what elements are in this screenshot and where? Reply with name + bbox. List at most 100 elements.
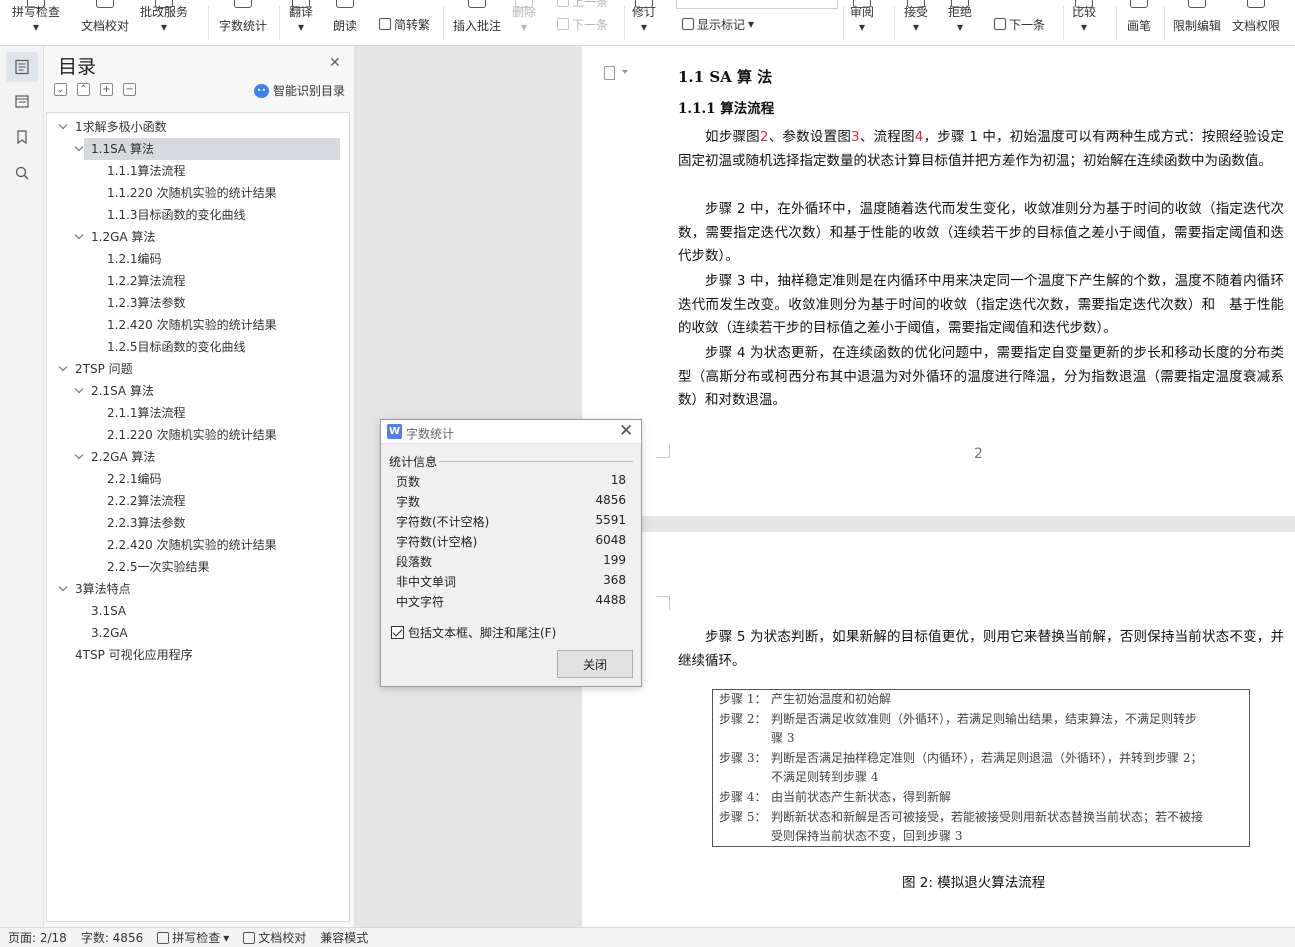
toc-item[interactable]: 1.2.5目标函数的变化曲线 xyxy=(47,336,347,358)
chevron-down-icon[interactable] xyxy=(74,450,84,460)
chevron-down-icon[interactable] xyxy=(58,582,68,592)
stat-value: 368 xyxy=(603,573,626,587)
toc-item[interactable]: 1.1.3目标函数的变化曲线 xyxy=(47,204,347,226)
compare-button[interactable]: 比较 ▾ xyxy=(1072,0,1096,45)
toc-item[interactable]: 2.2.2算法流程 xyxy=(47,490,347,512)
stat-label: 非中文单词 xyxy=(396,575,457,589)
next-comment-button[interactable]: 下一条 xyxy=(557,14,608,34)
chevron-down-icon[interactable] xyxy=(74,142,84,152)
chevron-down-icon[interactable] xyxy=(74,230,84,240)
spell-check-status[interactable]: 拼写检查 ▾ xyxy=(157,929,229,946)
subsection-heading: 1.1.1 算法流程 xyxy=(678,101,775,117)
ribbon-divider xyxy=(843,6,844,40)
add-heading-icon[interactable]: + xyxy=(100,83,113,96)
word-count-button[interactable]: 字数统计 xyxy=(219,0,267,45)
reject-button[interactable]: 拒绝 ▾ xyxy=(948,0,972,45)
toc-item[interactable]: 2.2.420 次随机实验的统计结果 xyxy=(47,534,347,556)
checkbox-checked-icon[interactable] xyxy=(391,626,404,639)
toc-item[interactable]: 2TSP 问题 xyxy=(47,358,347,380)
toc-item-label: 1.2.2算法流程 xyxy=(107,274,186,288)
toc-item[interactable]: 1.1.1算法流程 xyxy=(47,160,347,182)
rail-bookmark-button[interactable] xyxy=(6,122,38,152)
toc-item[interactable]: 1.1SA 算法 xyxy=(74,138,340,160)
toc-item[interactable]: 2.2.5一次实验结果 xyxy=(47,556,347,578)
page-indicator[interactable]: 页面: 2/18 xyxy=(8,929,67,946)
close-icon[interactable]: ✕ xyxy=(329,55,341,71)
toc-item[interactable]: 2.2GA 算法 xyxy=(47,446,347,468)
translate-icon xyxy=(292,0,310,8)
toc-item[interactable]: 1.2.1编码 xyxy=(47,248,347,270)
ribbon-divider xyxy=(279,6,280,40)
spell-check-button[interactable]: 拼写检查 ▾ xyxy=(12,0,60,45)
document-permission-button[interactable]: 文档权限 xyxy=(1232,0,1280,45)
step-text: 判断新状态和新解是否可被接受，若能被接受则用新状态替换当前状态；若不被接 xyxy=(771,809,1204,824)
rail-outline-button[interactable] xyxy=(6,86,38,116)
close-icon[interactable]: ✕ xyxy=(619,421,633,441)
correction-service-button[interactable]: 批改服务 ▾ xyxy=(140,0,188,45)
collapse-icon[interactable]: ⌄ xyxy=(54,83,67,96)
accept-button[interactable]: 接受 ▾ xyxy=(904,0,928,45)
close-button[interactable]: 关闭 xyxy=(557,650,633,678)
text-run: 步骤 2 中，在外循环中，温度随着迭代而发生变化，收敛准则分为基于时间的收敛（指… xyxy=(678,201,1284,264)
proofread-button[interactable]: 文档校对 xyxy=(81,0,129,45)
toc-item[interactable]: 2.2.1编码 xyxy=(47,468,347,490)
body-paragraph: 步骤 2 中，在外循环中，温度随着迭代而发生变化，收敛准则分为基于时间的收敛（指… xyxy=(678,198,1284,269)
page-options-icon[interactable] xyxy=(604,66,615,80)
toc-item[interactable]: 1.1.220 次随机实验的统计结果 xyxy=(47,182,347,204)
toc-item[interactable]: 1.2GA 算法 xyxy=(47,226,347,248)
toc-item[interactable]: 3.2GA xyxy=(47,622,347,644)
read-aloud-button[interactable]: 朗读 xyxy=(333,0,357,45)
remove-heading-icon[interactable]: − xyxy=(123,83,136,96)
step-text: 产生初始温度和初始解 xyxy=(771,692,892,706)
algorithm-step: 骤 3 xyxy=(719,729,1243,749)
delete-comment-button[interactable]: 删除 ▾ xyxy=(512,0,536,45)
toc-item[interactable]: 3.1SA xyxy=(47,600,347,622)
figure-reference[interactable]: 3 xyxy=(851,129,860,145)
toc-item[interactable]: 2.1SA 算法 xyxy=(47,380,347,402)
review-button[interactable]: 审阅 ▾ xyxy=(850,0,874,45)
next-change-button[interactable]: 下一条 xyxy=(994,14,1045,34)
toc-item[interactable]: 2.1.220 次随机实验的统计结果 xyxy=(47,424,347,446)
toc-item[interactable]: 1求解多极小函数 xyxy=(47,116,347,138)
step-label: 步骤 3： xyxy=(719,750,767,765)
chevron-down-icon[interactable] xyxy=(58,120,68,130)
previous-comment-button[interactable]: 上一条 xyxy=(557,0,608,11)
text-run: 步骤 3 中，抽样稳定准则是在内循环中用来决定同一个温度下产生解的个数，温度不随… xyxy=(678,273,1284,336)
chevron-down-icon[interactable] xyxy=(58,362,68,372)
show-markup-button[interactable]: 显示标记 ▾ xyxy=(682,14,754,34)
translate-button[interactable]: 翻译 ▾ xyxy=(289,0,313,45)
toc-item[interactable]: 3算法特点 xyxy=(47,578,347,600)
step-text: 骤 3 xyxy=(771,731,795,746)
simplified-to-traditional-button[interactable]: 简转繁 xyxy=(379,14,430,34)
rail-search-button[interactable] xyxy=(6,158,38,188)
toc-item[interactable]: 1.2.3算法参数 xyxy=(47,292,347,314)
expand-icon[interactable]: ⌃ xyxy=(77,83,90,96)
toc-item[interactable]: 1.2.420 次随机实验的统计结果 xyxy=(47,314,347,336)
toc-item[interactable]: 2.2.3算法参数 xyxy=(47,512,347,534)
proofread-status[interactable]: 文档校对 xyxy=(243,929,306,946)
restrict-editing-button[interactable]: 限制编辑 xyxy=(1173,0,1221,45)
word-count-indicator[interactable]: 字数: 4856 xyxy=(81,929,143,946)
step-label xyxy=(719,827,771,847)
include-textbox-checkbox[interactable]: 包括文本框、脚注和尾注(F) xyxy=(391,624,556,641)
document-page: 1.1 SA 算 法 1.1.1 算法流程 如步骤图2、参数设置图3、流程图4，… xyxy=(582,46,1295,516)
chevron-down-icon[interactable] xyxy=(74,384,84,394)
markup-mode-select[interactable] xyxy=(676,0,838,9)
toc-item[interactable]: 2.1.1算法流程 xyxy=(47,402,347,424)
ribbon-divider xyxy=(624,6,625,40)
stat-value: 18 xyxy=(610,473,626,487)
toc-item[interactable]: 4TSP 可视化应用程序 xyxy=(47,644,347,666)
stat-row: 非中文单词 368 xyxy=(396,573,626,593)
toc-item[interactable]: 1.2.2算法流程 xyxy=(47,270,347,292)
ribbon-toolbar: 拼写检查 ▾ 文档校对 批改服务 ▾ 字数统计 翻译 ▾ 朗读 简转繁 插入批注 删除… xyxy=(0,0,1295,46)
pen-button[interactable]: 画笔 xyxy=(1127,0,1151,45)
smart-toc-button[interactable]: •• 智能识别目录 xyxy=(254,82,345,99)
body-paragraph: 步骤 5 为状态判断，如果新解的目标值更优，则用它来替换当前解，否则保持当前状态… xyxy=(678,629,1284,669)
rail-toc-button[interactable] xyxy=(6,52,38,82)
track-changes-button[interactable]: 修订 ▾ xyxy=(632,0,656,45)
insert-comment-button[interactable]: 插入批注 xyxy=(453,0,501,45)
ribbon-divider xyxy=(208,6,209,40)
body-paragraph: 步骤 3 中，抽样稳定准则是在内循环中用来决定同一个温度下产生解的个数，温度不随… xyxy=(678,270,1284,341)
text-run: 、流程图 xyxy=(859,129,915,145)
word-count-dialog: W 字数统计 ✕ 统计信息 页数 18 字数 4856 字符数(不计空格) 5591 字符数… xyxy=(380,419,642,687)
